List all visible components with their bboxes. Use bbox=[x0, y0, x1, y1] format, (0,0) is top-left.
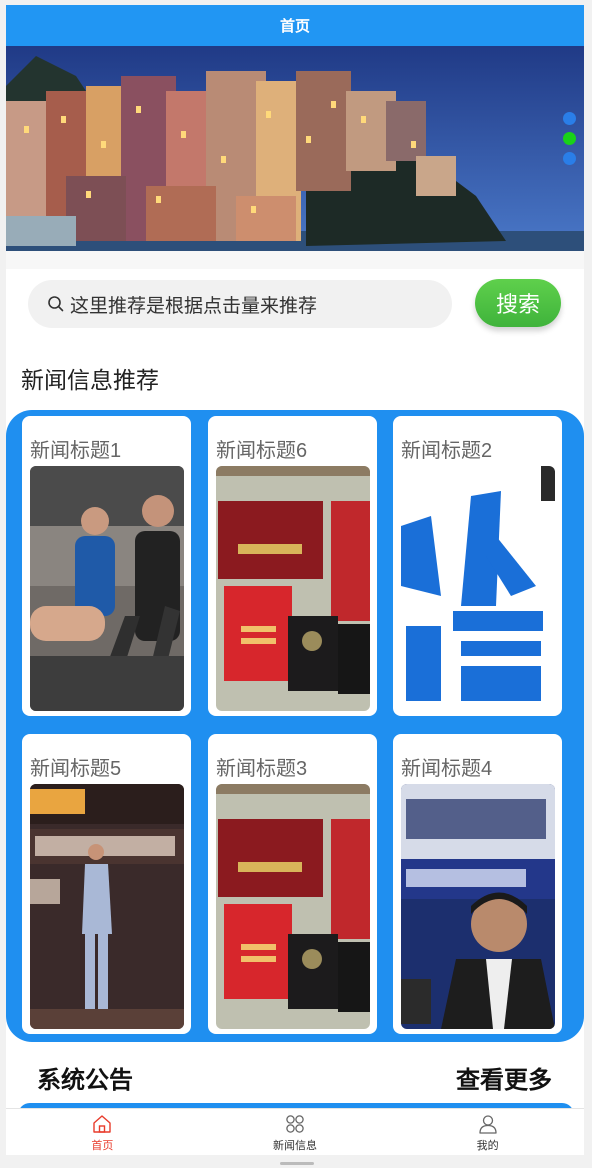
news-card-image bbox=[30, 466, 184, 711]
navbar: 首页 bbox=[6, 5, 584, 46]
carousel-dot[interactable] bbox=[563, 152, 576, 165]
banner-carousel[interactable] bbox=[6, 46, 584, 251]
news-card-title: 新闻标题1 bbox=[30, 440, 122, 462]
news-card-title: 新闻标题6 bbox=[216, 440, 308, 462]
search-icon bbox=[42, 295, 70, 313]
tab-news[interactable]: 新闻信息 bbox=[199, 1109, 392, 1155]
search-row: 这里推荐是根据点击量来推荐 搜索 bbox=[6, 269, 584, 347]
news-panel: 新闻标题1 新闻标题6 新闻标题2 新闻标题5 新闻标题3 新闻标题4 bbox=[6, 410, 584, 1042]
news-card[interactable]: 新闻标题5 bbox=[22, 734, 191, 1034]
tab-news-label: 新闻信息 bbox=[273, 1139, 317, 1152]
notice-header: 系统公告 查看更多 bbox=[6, 1052, 584, 1102]
news-card-title: 新闻标题2 bbox=[401, 440, 493, 462]
app-screen: 首页 这里推荐是根据点击量来推荐 搜索 新闻信息推荐 新闻标题1 新闻标题6 新… bbox=[6, 5, 584, 1155]
tab-home-label: 首页 bbox=[91, 1139, 114, 1152]
news-card-image bbox=[216, 784, 370, 1029]
carousel-dot[interactable] bbox=[563, 112, 576, 125]
spacer bbox=[6, 251, 584, 269]
carousel-dot-active[interactable] bbox=[563, 132, 576, 145]
banner-image bbox=[6, 46, 584, 251]
news-card-title: 新闻标题5 bbox=[30, 758, 122, 780]
news-card-image bbox=[401, 784, 555, 1029]
search-input[interactable]: 这里推荐是根据点击量来推荐 bbox=[28, 280, 452, 328]
search-button[interactable]: 搜索 bbox=[475, 279, 561, 327]
news-card[interactable]: 新闻标题4 bbox=[393, 734, 562, 1034]
news-card-title: 新闻标题3 bbox=[216, 758, 308, 780]
notice-section-title: 系统公告 bbox=[37, 1066, 133, 1094]
news-card[interactable]: 新闻标题2 bbox=[393, 416, 562, 716]
news-card-image bbox=[216, 466, 370, 711]
news-section-title: 新闻信息推荐 bbox=[21, 368, 159, 394]
news-card[interactable]: 新闻标题6 bbox=[208, 416, 377, 716]
news-card-image bbox=[30, 784, 184, 1029]
user-icon bbox=[479, 1115, 497, 1134]
tab-home[interactable]: 首页 bbox=[6, 1109, 199, 1155]
grid-icon bbox=[286, 1115, 304, 1133]
home-indicator bbox=[280, 1162, 314, 1165]
news-card[interactable]: 新闻标题3 bbox=[208, 734, 377, 1034]
bottom-tabbar: 首页 新闻信息 我的 bbox=[6, 1108, 584, 1155]
home-icon bbox=[93, 1115, 112, 1133]
search-placeholder: 这里推荐是根据点击量来推荐 bbox=[70, 294, 318, 317]
tab-mine[interactable]: 我的 bbox=[391, 1109, 584, 1155]
news-card-image bbox=[401, 466, 555, 711]
page-title: 首页 bbox=[279, 17, 310, 35]
news-card-title: 新闻标题4 bbox=[401, 758, 493, 780]
news-card[interactable]: 新闻标题1 bbox=[22, 416, 191, 716]
carousel-indicators bbox=[563, 112, 576, 165]
view-more-link[interactable]: 查看更多 bbox=[456, 1060, 552, 1095]
tab-mine-label: 我的 bbox=[476, 1139, 499, 1152]
